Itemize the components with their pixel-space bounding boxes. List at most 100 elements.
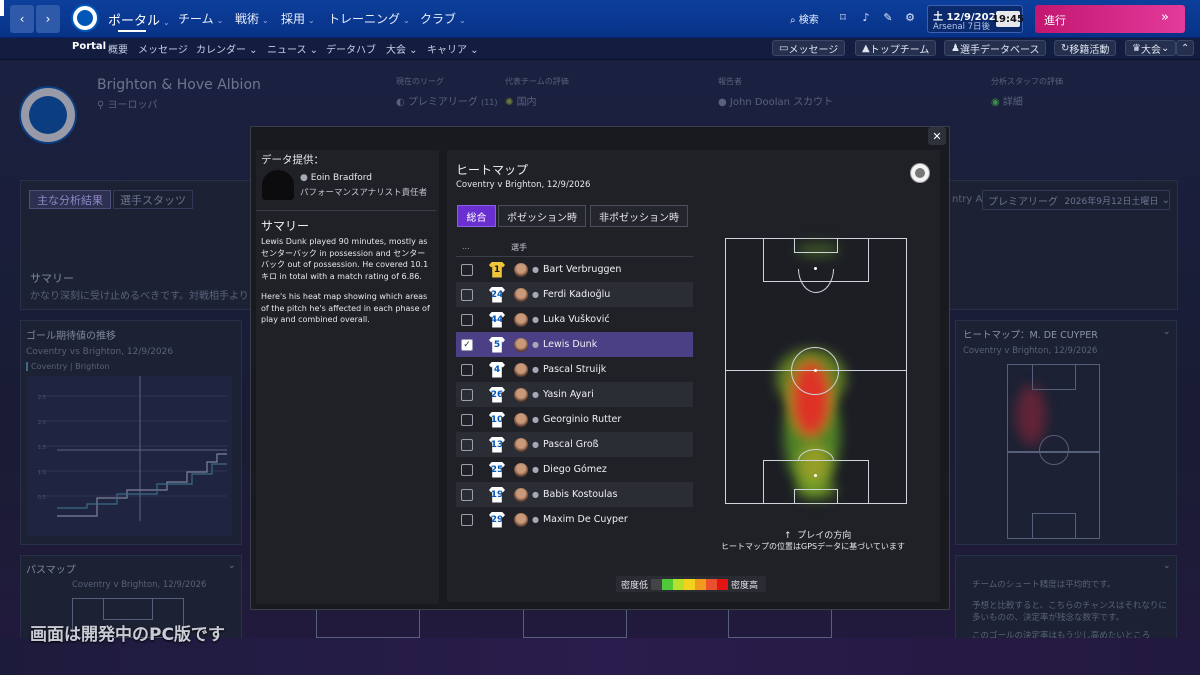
shirt-number-icon: 19	[489, 486, 505, 503]
svg-text:1.0: 1.0	[38, 470, 46, 476]
penalty-arc-top	[798, 269, 834, 293]
select-checkbox[interactable]	[461, 513, 473, 526]
player-name[interactable]: Luka Vušković	[543, 314, 610, 325]
player-row[interactable]: 44 ● Luka Vušković	[456, 307, 693, 332]
tab-key-findings[interactable]: 主な分析結果	[29, 190, 111, 209]
player-name[interactable]: Pascal Groß	[543, 439, 599, 450]
player-row[interactable]: 1 ● Bart Verbruggen	[456, 257, 693, 282]
current-time: 19:45	[992, 11, 1024, 27]
tab-player-stats[interactable]: 選手スタッツ	[113, 190, 193, 209]
gear-icon[interactable]: ⚙	[903, 11, 917, 25]
player-avatar	[514, 262, 528, 277]
continue-button[interactable]: 進行 »	[1035, 5, 1185, 33]
nav-training[interactable]: トレーニング ⌄	[328, 10, 410, 27]
subnav-calendar[interactable]: カレンダー ⌄	[196, 41, 258, 56]
select-checkbox[interactable]	[461, 463, 473, 476]
player-name[interactable]: Yasin Ayari	[543, 389, 594, 400]
subnav-competitions[interactable]: 大会 ⌄	[386, 41, 418, 56]
chevron-down-icon[interactable]: ⌄	[228, 561, 236, 571]
player-name[interactable]: Georginio Rutter	[543, 414, 621, 425]
player-row[interactable]: 13 ● Pascal Groß	[456, 432, 693, 457]
subnav-portal[interactable]: Portal	[72, 41, 106, 52]
first-team-button-label: トップチーム	[869, 44, 930, 56]
select-checkbox[interactable]	[461, 313, 473, 326]
subnav-datahub[interactable]: データハブ	[326, 41, 376, 56]
bookmark-icon[interactable]: ⌑	[836, 11, 850, 25]
chevron-down-icon[interactable]: ⌄	[1163, 327, 1171, 337]
collapse-button[interactable]: ⌃	[1176, 40, 1195, 56]
pen-icon[interactable]: ✎	[881, 11, 895, 25]
messages-button[interactable]: ▭ メッセージ	[772, 40, 846, 56]
competitions-button[interactable]: ♛ 大会 ⌄	[1125, 40, 1177, 56]
select-checkbox[interactable]	[461, 363, 473, 376]
nav-club[interactable]: クラブ ⌄	[420, 10, 466, 27]
player-row[interactable]: 26 ● Yasin Ayari	[456, 382, 693, 407]
first-team-button[interactable]: ▲ トップチーム	[855, 40, 937, 56]
nav-recruitment[interactable]: 採用 ⌄	[281, 10, 315, 27]
tab-in-possession[interactable]: ポゼッション時	[498, 205, 586, 227]
player-name[interactable]: Lewis Dunk	[543, 339, 597, 350]
tab-out-of-possession[interactable]: 非ポゼッション時	[590, 205, 688, 227]
select-checkbox[interactable]	[461, 263, 473, 276]
bg-summary-text: かなり深刻に受け止めるべきです。対戦相手より	[30, 291, 249, 302]
tab-overall[interactable]: 総合	[457, 205, 496, 227]
active-nav-indicator	[118, 30, 146, 32]
club-region-label: ヨーロッパ	[107, 100, 158, 111]
nav-tactics[interactable]: 戦術 ⌄	[235, 10, 269, 27]
close-button[interactable]: ✕	[928, 127, 946, 145]
player-avatar	[514, 387, 528, 402]
select-checkbox[interactable]	[461, 288, 473, 301]
modal-left-column: データ提供： ● Eoin Bradford パフォーマンスアナリスト責任者 サ…	[256, 150, 439, 604]
league-rank: (11)	[481, 98, 498, 107]
person-icon: ●	[718, 97, 730, 108]
player-row[interactable]: 4 ● Pascal Struijk	[456, 357, 693, 382]
select-checkbox[interactable]	[461, 438, 473, 451]
player-database-button[interactable]: ♟ 選手データベース	[944, 40, 1047, 56]
player-row[interactable]: ✓ 5 ● Lewis Dunk	[456, 332, 693, 357]
back-button[interactable]: ‹	[10, 5, 34, 33]
subnav-news[interactable]: ニュース ⌄	[267, 41, 318, 56]
player-row[interactable]: 19 ● Babis Kostoulas	[456, 482, 693, 507]
select-checkbox[interactable]	[461, 388, 473, 401]
player-row[interactable]: 10 ● Georginio Rutter	[456, 407, 693, 432]
nav-portal[interactable]: ポータル ⌄	[108, 10, 170, 29]
refresh-icon: ↻	[1061, 42, 1070, 54]
data-provider-label: データ提供：	[261, 154, 324, 166]
club-crest-icon[interactable]	[71, 4, 99, 32]
player-name[interactable]: Ferdi Kadıoğlu	[543, 289, 610, 300]
reporter-label: 報告者	[718, 77, 742, 86]
density-swatch	[695, 578, 707, 590]
select-checkbox[interactable]	[461, 488, 473, 501]
double-chevron-right-icon: »	[1161, 10, 1169, 25]
player-name[interactable]: Diego Gómez	[543, 464, 607, 475]
column-more[interactable]: ...	[462, 242, 470, 251]
current-league-value: プレミアリーグ	[407, 97, 478, 108]
transfers-button[interactable]: ↻ 移籍活動	[1054, 40, 1117, 56]
player-avatar	[514, 462, 528, 477]
subnav-overview[interactable]: 概要	[108, 41, 128, 56]
player-name[interactable]: Pascal Struijk	[543, 364, 606, 375]
forward-button[interactable]: ›	[36, 5, 60, 33]
date-box[interactable]: 土 12/9/2026 Arsenal 7日後 19:45	[927, 5, 1024, 33]
filter-team[interactable]: ntry A	[952, 194, 982, 205]
player-row[interactable]: 29 ● Maxim De Cuyper	[456, 507, 693, 532]
player-name[interactable]: Bart Verbruggen	[543, 264, 621, 275]
density-legend: 密度低 密度高	[616, 576, 766, 592]
chevron-down-icon[interactable]: ⌄	[1163, 561, 1171, 571]
search-button[interactable]: ⌕ 検索	[790, 11, 819, 26]
column-player-header[interactable]: 選手	[511, 242, 527, 253]
dev-watermark: 画面は開発中のPC版です	[30, 625, 225, 645]
select-checkbox[interactable]	[461, 413, 473, 426]
microphone-icon[interactable]: ♪	[859, 11, 873, 25]
player-row[interactable]: 24 ● Ferdi Kadıoğlu	[456, 282, 693, 307]
subnav-messages[interactable]: メッセージ	[138, 41, 188, 56]
status-ring-icon: ◉	[991, 97, 1003, 108]
subnav-career[interactable]: キャリア ⌄	[427, 41, 479, 56]
player-name[interactable]: Maxim De Cuyper	[543, 514, 628, 525]
select-checkbox[interactable]: ✓	[461, 338, 473, 351]
player-avatar	[514, 412, 528, 427]
nav-team[interactable]: チーム ⌄	[178, 10, 223, 27]
player-name[interactable]: Babis Kostoulas	[543, 489, 617, 500]
filter-league-date[interactable]: プレミアリーグ 2026年9月12日土曜日 ⌄	[982, 190, 1170, 210]
player-row[interactable]: 25 ● Diego Gómez	[456, 457, 693, 482]
